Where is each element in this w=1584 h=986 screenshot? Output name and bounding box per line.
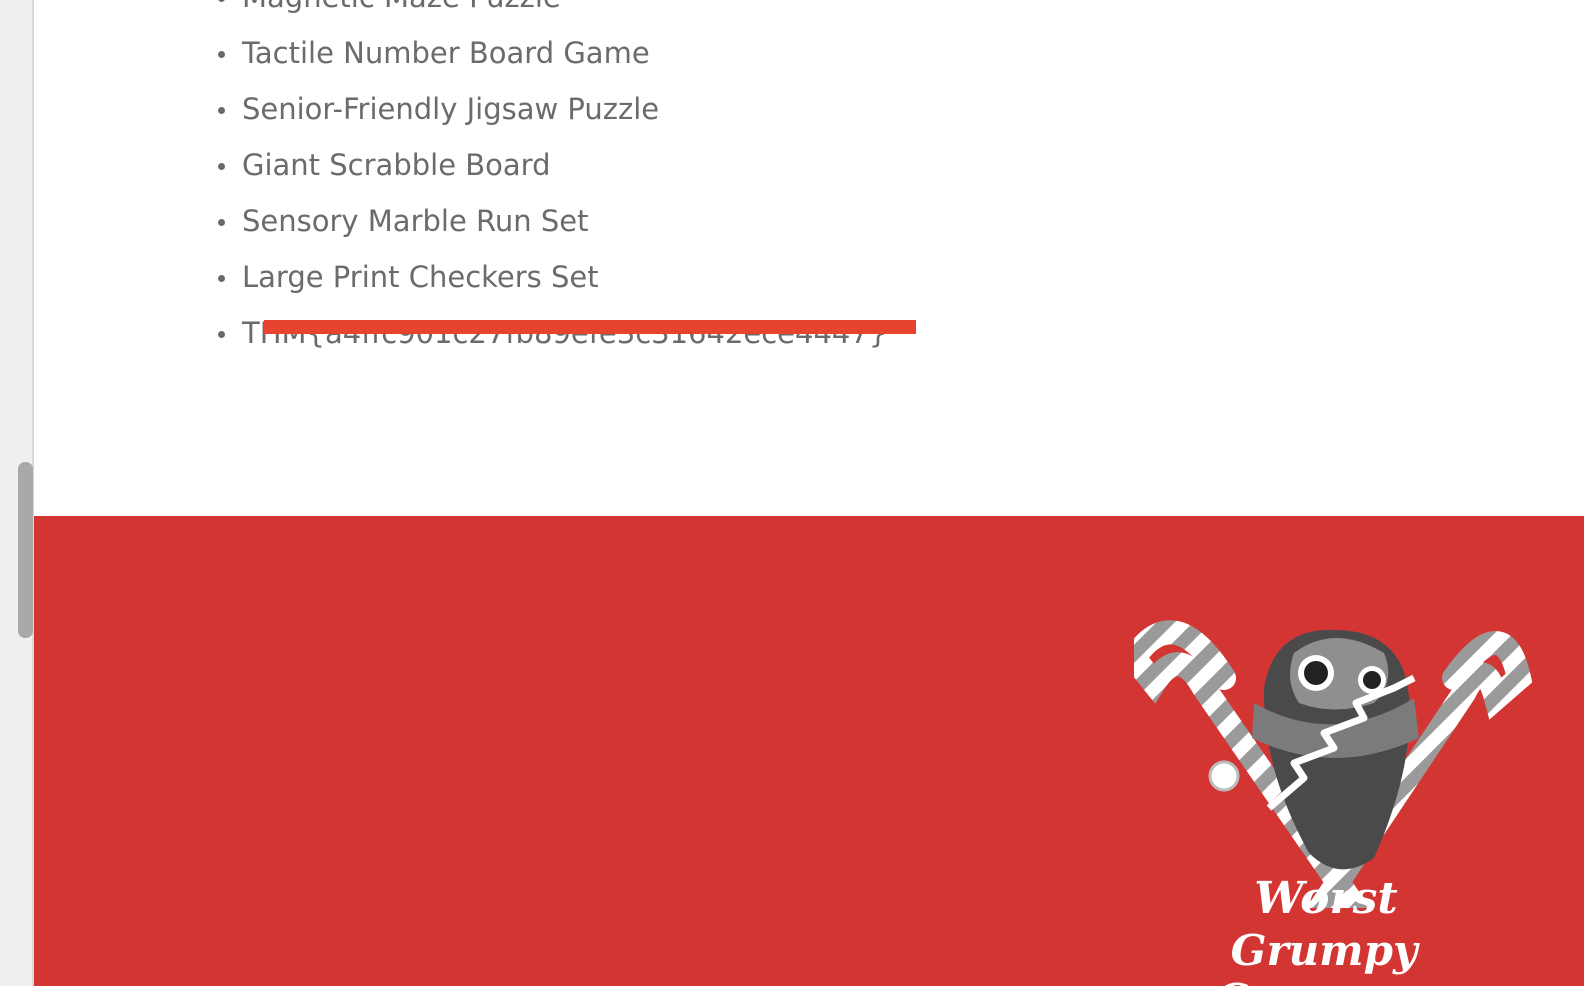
- list-item: Tactile Number Board Game: [214, 25, 887, 81]
- list-item: Large Print Checkers Set: [214, 249, 887, 305]
- grumpy-company-logo: Worst Grumpy Company: [1119, 608, 1534, 986]
- scrollbar[interactable]: [0, 0, 34, 986]
- logo-text-line2: Grumpy Company: [1215, 926, 1432, 986]
- redaction-strike: [264, 320, 916, 334]
- footer: Worst Grumpy Company: [34, 516, 1584, 986]
- list-item: Giant Scrabble Board: [214, 137, 887, 193]
- main-content: Magnetic Maze Puzzle Tactile Number Boar…: [34, 0, 1584, 516]
- list-item: Magnetic Maze Puzzle: [214, 0, 887, 25]
- page: Magnetic Maze Puzzle Tactile Number Boar…: [0, 0, 1584, 986]
- list-item: Senior-Friendly Jigsaw Puzzle: [214, 81, 887, 137]
- grinch-candy-cane-icon: [1119, 620, 1533, 986]
- scrollbar-thumb[interactable]: [18, 462, 33, 638]
- item-list: Magnetic Maze Puzzle Tactile Number Boar…: [214, 0, 887, 361]
- list-item: Sensory Marble Run Set: [214, 193, 887, 249]
- logo-text-line1: Worst: [1254, 873, 1398, 924]
